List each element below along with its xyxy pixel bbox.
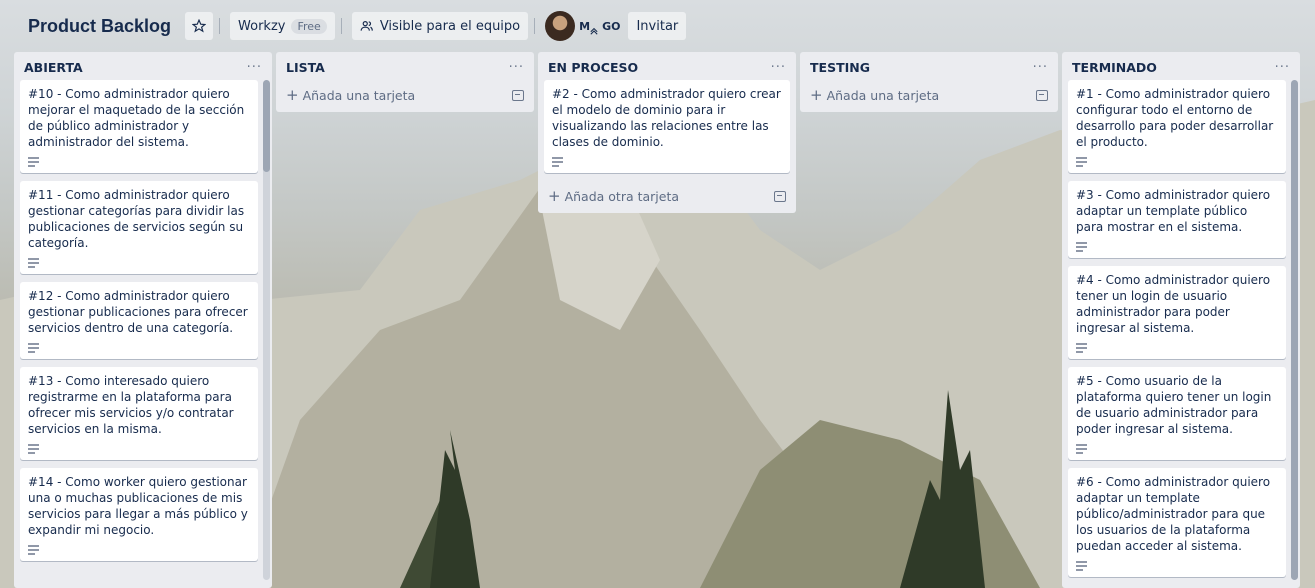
card-title: #4 - Como administrador quiero tener un …: [1076, 273, 1271, 335]
list-header: TESTING ···: [800, 52, 1058, 80]
list-testing: TESTING ··· + Añada una tarjeta: [800, 52, 1058, 112]
add-card-button[interactable]: + Añada una tarjeta: [800, 80, 1058, 112]
invite-label: Invitar: [636, 18, 679, 34]
list-lista: LISTA ··· + Añada una tarjeta: [276, 52, 534, 112]
card-title: #10 - Como administrador quiero mejorar …: [28, 87, 245, 149]
list-title[interactable]: EN PROCESO: [548, 60, 638, 75]
card-container: #2 - Como administrador quiero crear el …: [538, 80, 796, 181]
team-visibility-icon: [360, 21, 373, 31]
card[interactable]: #13 - Como interesado quiero registrarme…: [20, 367, 258, 460]
card[interactable]: #12 - Como administrador quiero gestiona…: [20, 282, 258, 359]
plan-badge: Free: [291, 18, 327, 34]
workspace-label: Workzy: [238, 18, 286, 34]
description-icon: [28, 341, 250, 355]
card-title: #14 - Como worker quiero gestionar una o…: [28, 475, 248, 537]
list-header: LISTA ···: [276, 52, 534, 80]
member-initials: M: [579, 19, 591, 33]
description-icon: [28, 442, 250, 456]
header-divider: [534, 18, 536, 34]
description-icon: [28, 543, 250, 557]
description-icon: [1076, 341, 1278, 355]
visibility-label: Visible para el equipo: [379, 18, 521, 34]
card-container: #10 - Como administrador quiero mejorar …: [14, 80, 272, 580]
add-card-button[interactable]: + Añada una tarjeta: [276, 80, 534, 112]
list-scrollbar[interactable]: [263, 80, 270, 580]
list-header: TERMINADO ···: [1062, 52, 1300, 80]
scrollbar-thumb[interactable]: [263, 80, 270, 172]
card-title: #12 - Como administrador quiero gestiona…: [28, 289, 248, 335]
star-button[interactable]: [185, 12, 214, 40]
more-icon[interactable]: ···: [1275, 60, 1290, 75]
member-extra-label: GO: [602, 19, 621, 33]
scrollbar-thumb[interactable]: [1291, 80, 1298, 580]
plus-icon: +: [810, 86, 823, 104]
card[interactable]: #4 - Como administrador quiero tener un …: [1068, 266, 1286, 359]
card[interactable]: #11 - Como administrador quiero gestiona…: [20, 181, 258, 274]
board-header: Product Backlog Workzy Free Visible para…: [0, 0, 1315, 52]
card-container: #1 - Como administrador quiero configura…: [1062, 80, 1300, 585]
card-template-icon[interactable]: [1036, 89, 1048, 101]
list-header: EN PROCESO ···: [538, 52, 796, 80]
invite-button[interactable]: Invitar: [628, 12, 687, 40]
card-title: #1 - Como administrador quiero configura…: [1076, 87, 1274, 149]
list-en-proceso: EN PROCESO ··· #2 - Como administrador q…: [538, 52, 796, 213]
card-template-icon[interactable]: [512, 89, 524, 101]
description-icon: [1076, 155, 1278, 169]
card[interactable]: #1 - Como administrador quiero configura…: [1068, 80, 1286, 173]
plus-icon: +: [286, 86, 299, 104]
description-icon: [552, 155, 782, 169]
more-icon[interactable]: ···: [1033, 60, 1048, 75]
card-title: #5 - Como usuario de la plataforma quier…: [1076, 374, 1272, 436]
description-icon: [1076, 559, 1278, 573]
list-scrollbar[interactable]: [1291, 80, 1298, 580]
card-title: #2 - Como administrador quiero crear el …: [552, 87, 781, 149]
more-icon[interactable]: ···: [509, 60, 524, 75]
card-template-icon[interactable]: [774, 190, 786, 202]
more-icon[interactable]: ···: [247, 60, 262, 75]
add-card-label: Añada otra tarjeta: [564, 189, 680, 204]
workspace-button[interactable]: Workzy Free: [230, 12, 335, 40]
card-title: #11 - Como administrador quiero gestiona…: [28, 188, 245, 250]
description-icon: [1076, 240, 1278, 254]
description-icon: [1076, 442, 1278, 456]
card[interactable]: #6 - Como administrador quiero adaptar u…: [1068, 468, 1286, 577]
card[interactable]: #3 - Como administrador quiero adaptar u…: [1068, 181, 1286, 258]
list-terminado: TERMINADO ··· #1 - Como administrador qu…: [1062, 52, 1300, 588]
add-card-button[interactable]: + Añada otra tarjeta: [538, 181, 796, 213]
card-title: #13 - Como interesado quiero registrarme…: [28, 374, 234, 436]
card[interactable]: #14 - Como worker quiero gestionar una o…: [20, 468, 258, 561]
avatar[interactable]: [545, 11, 576, 41]
list-header: ABIERTA ···: [14, 52, 272, 80]
add-card-label: Añada una tarjeta: [826, 88, 940, 103]
header-divider: [340, 18, 342, 34]
list-title[interactable]: TESTING: [810, 60, 870, 75]
list-abierta: ABIERTA ··· #10 - Como administrador qui…: [14, 52, 272, 588]
add-card-label: Añada una tarjeta: [302, 88, 416, 103]
card-title: #6 - Como administrador quiero adaptar u…: [1076, 475, 1271, 553]
list-title[interactable]: TERMINADO: [1072, 60, 1157, 75]
card[interactable]: #10 - Como administrador quiero mejorar …: [20, 80, 258, 173]
visibility-button[interactable]: Visible para el equipo: [351, 12, 529, 40]
description-icon: [28, 256, 250, 270]
header-divider: [219, 18, 221, 34]
more-icon[interactable]: ···: [771, 60, 786, 75]
description-icon: [28, 155, 250, 169]
card[interactable]: #2 - Como administrador quiero crear el …: [544, 80, 790, 173]
star-icon: [192, 19, 207, 33]
board-title[interactable]: Product Backlog: [18, 10, 181, 42]
plus-icon: +: [548, 187, 561, 205]
admin-chevron-icon: [590, 27, 598, 35]
list-title[interactable]: ABIERTA: [24, 60, 83, 75]
board-lists: ABIERTA ··· #10 - Como administrador qui…: [14, 52, 1300, 588]
card-title: #3 - Como administrador quiero adaptar u…: [1076, 188, 1271, 234]
list-title[interactable]: LISTA: [286, 60, 325, 75]
card[interactable]: #5 - Como usuario de la plataforma quier…: [1068, 367, 1286, 460]
